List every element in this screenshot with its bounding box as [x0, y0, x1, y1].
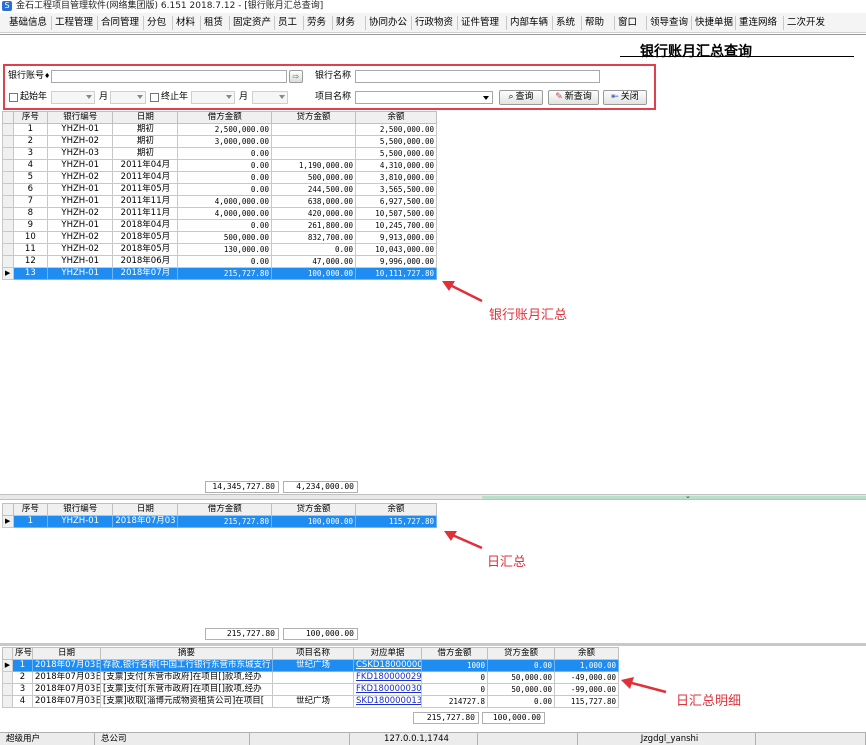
annotation-overlay — [442, 281, 667, 694]
annotation-arrow-daily — [449, 532, 483, 550]
status-cell: 127.0.0.1,1744 — [350, 733, 478, 745]
status-cell — [250, 733, 350, 745]
status-cell — [478, 733, 578, 745]
annotation-daily: 日汇总 — [487, 555, 527, 570]
status-bar: 超级用户 总公司 127.0.0.1,1744 Jzgdgl_yanshi — [0, 732, 866, 745]
status-cell — [756, 733, 866, 745]
status-cell: 总公司 — [95, 733, 250, 745]
status-cell: 超级用户 — [0, 733, 95, 745]
annotation-detail: 日汇总明细 — [676, 694, 742, 709]
annotation-arrow-monthly — [447, 282, 483, 303]
annotation-arrow-detail — [627, 680, 667, 694]
status-cell: Jzgdgl_yanshi — [578, 733, 756, 745]
annotation-monthly: 银行账月汇总 — [489, 308, 568, 323]
